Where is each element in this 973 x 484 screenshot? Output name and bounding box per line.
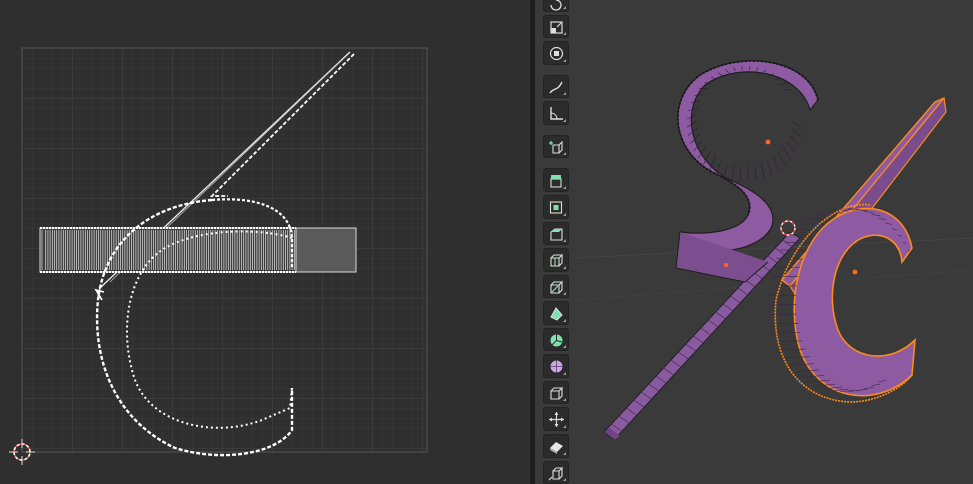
knife-icon: [550, 280, 563, 294]
3d-viewport[interactable]: [535, 0, 973, 484]
tool-extrude-region[interactable]: [543, 168, 569, 193]
transform-icon: [549, 47, 564, 61]
add-cube-icon: [549, 140, 563, 154]
extrude-region-icon: [550, 175, 562, 189]
viewport-toolbar: [540, 0, 572, 484]
tool-spin[interactable]: [543, 327, 569, 352]
spin-icon: [550, 334, 563, 347]
mesh-edge: [754, 165, 757, 181]
uv-island-bar[interactable]: [39, 227, 357, 273]
uv-editor[interactable]: [0, 0, 530, 484]
tool-rotate[interactable]: [543, 0, 569, 12]
mesh-edge: [778, 152, 786, 166]
annotate-icon: [549, 81, 563, 94]
mesh-edge: [786, 141, 796, 153]
measure-icon: [550, 107, 563, 121]
uv-canvas[interactable]: [0, 0, 530, 484]
tool-inset-faces[interactable]: [543, 195, 569, 219]
mesh-edge: [911, 257, 914, 260]
shrink-fatten-icon: [549, 412, 564, 428]
mesh-edge: [723, 162, 728, 179]
tool-measure[interactable]: [543, 101, 569, 125]
edge-slide-icon: [550, 386, 563, 400]
mesh-edge: [716, 159, 722, 175]
mesh-edge: [767, 160, 773, 176]
bevel-icon: [550, 228, 563, 241]
mesh-edge: [789, 135, 800, 146]
mesh-edge: [739, 165, 742, 182]
tool-knife[interactable]: [543, 274, 569, 299]
tool-smooth[interactable]: [543, 354, 569, 378]
tool-annotate[interactable]: [543, 74, 569, 99]
loop-cut-icon: [550, 253, 563, 267]
mesh-edge: [747, 165, 749, 182]
tool-loop-cut[interactable]: [543, 248, 569, 272]
tool-add-cube[interactable]: [543, 134, 569, 159]
rip-region-icon: [548, 466, 563, 480]
tool-edge-slide[interactable]: [543, 380, 569, 405]
rotate-icon: [550, 0, 562, 11]
scale-icon: [550, 21, 563, 34]
mesh-edge: [779, 83, 787, 85]
poly-build-icon: [550, 307, 563, 321]
mesh-edge: [760, 163, 765, 179]
s-letter-mesh[interactable]: [675, 59, 819, 283]
tool-shrink-fatten[interactable]: [543, 407, 569, 431]
mesh-edge: [772, 156, 780, 172]
tool-shear[interactable]: [543, 433, 569, 458]
tool-rip-region[interactable]: [543, 460, 569, 484]
mesh-edge: [824, 210, 842, 214]
mesh-edge: [731, 164, 735, 181]
mesh-edge: [774, 77, 781, 81]
tool-scale[interactable]: [543, 14, 569, 39]
inset-faces-icon: [549, 201, 563, 214]
mesh-edge: [782, 147, 792, 160]
mesh-edge: [792, 121, 803, 130]
smooth-icon: [550, 360, 563, 373]
mesh-edge: [791, 128, 802, 138]
tool-bevel[interactable]: [543, 221, 569, 246]
viewport-canvas[interactable]: [535, 0, 973, 484]
tool-transform[interactable]: [543, 41, 569, 65]
shear-icon: [550, 441, 563, 454]
tool-poly-build[interactable]: [543, 301, 569, 325]
